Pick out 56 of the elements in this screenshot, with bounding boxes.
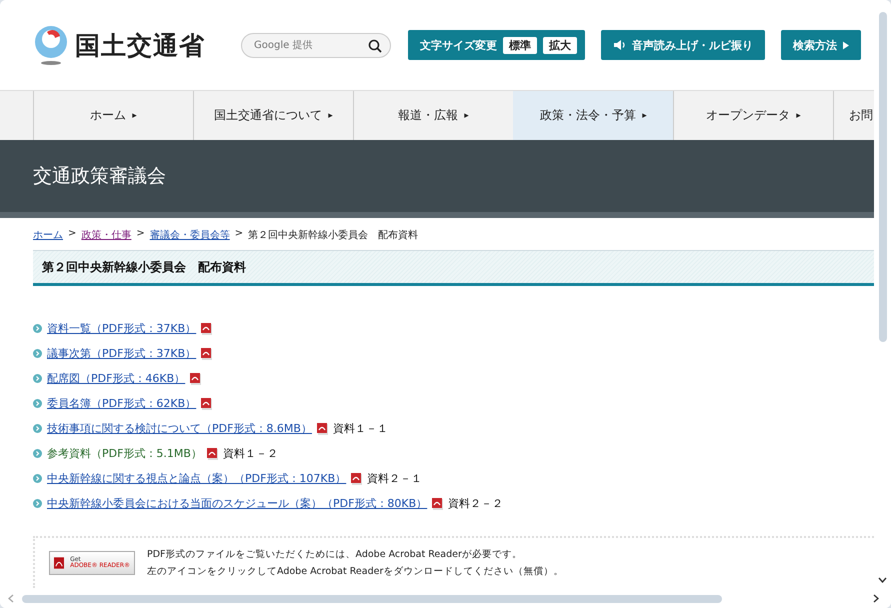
breadcrumb-link[interactable]: 政策・仕事: [81, 228, 132, 246]
font-size-option[interactable]: 拡大: [543, 36, 577, 54]
triangle-right-icon: [843, 40, 849, 50]
document-link[interactable]: 中央新幹線小委員会における当面のスケジュール（案）（PDF形式：80KB）: [47, 496, 428, 511]
chevron-right-icon[interactable]: [873, 594, 879, 603]
breadcrumb-link[interactable]: ホーム: [33, 228, 63, 246]
breadcrumb-separator: >: [136, 228, 145, 241]
font-size-label: 文字サイズ変更: [420, 38, 497, 52]
document-link[interactable]: 委員名簿（PDF形式：62KB）: [47, 396, 196, 411]
pdf-icon: [432, 498, 444, 510]
breadcrumb-link[interactable]: 審議会・委員会等: [150, 228, 230, 246]
bullet-icon: [33, 374, 42, 383]
page-title: 第２回中央新幹線小委員会 配布資料: [42, 258, 246, 276]
document-note: 資料１－１: [332, 421, 388, 436]
pdf-icon: [190, 372, 202, 384]
document-link[interactable]: 参考資料（PDF形式：5.1MB）: [47, 446, 202, 461]
section-title: 交通政策審議会: [33, 164, 166, 189]
document-link[interactable]: 技術事項に関する検討について（PDF形式：8.6MB）: [47, 421, 312, 436]
document-link[interactable]: 中央新幹線に関する視点と論点（案）（PDF形式：107KB）: [47, 471, 346, 486]
pdf-icon: [206, 448, 218, 460]
bullet-icon: [33, 499, 42, 508]
document-note: 資料１－２: [222, 446, 278, 461]
pdf-icon: [316, 422, 328, 434]
pdf-icon: [351, 472, 362, 484]
site-logo-text[interactable]: 国土交通省: [75, 28, 205, 62]
bullet-icon: [33, 449, 42, 458]
bullet-icon: [33, 399, 42, 408]
ministry-logo-icon: [33, 24, 69, 66]
breadcrumb-current: 第２回中央新幹線小委員会 配布資料: [248, 228, 418, 243]
pdf-icon: [201, 348, 212, 360]
font-size-option[interactable]: 標準: [503, 36, 537, 54]
document-link[interactable]: 議事次第（PDF形式：37KB）: [47, 346, 196, 361]
bullet-icon: [33, 349, 42, 358]
pdf-icon: [201, 398, 212, 410]
pdf-icon: [201, 322, 212, 334]
chevron-left-icon[interactable]: [8, 594, 14, 603]
nav-tab[interactable]: 政策・法令・予算 ▸: [513, 91, 673, 140]
scrollbar-thumb[interactable]: [878, 12, 886, 342]
breadcrumb-separator: >: [68, 228, 76, 241]
breadcrumb-separator: >: [234, 228, 244, 241]
bullet-icon: [33, 424, 42, 433]
document-note: 資料２－１: [367, 471, 422, 486]
bullet-icon: [33, 324, 42, 333]
speaker-icon: [613, 39, 626, 51]
document-note: 資料２－２: [448, 496, 504, 511]
document-link[interactable]: 資料一覧（PDF形式：37KB）: [47, 321, 196, 336]
search-help-button[interactable]: 検索方法: [781, 30, 861, 60]
notice-text: PDF形式のファイルをご覧いただくためには、Adobe Acrobat Readerが必要です。: [147, 548, 523, 562]
notice-text: 左のアイコンをクリックしてAdobe Acrobat Readerをダウンロードしてください（無償）。: [147, 565, 564, 579]
search-field[interactable]: Google 提供: [241, 32, 391, 58]
bullet-icon: [33, 474, 42, 483]
speech-button[interactable]: 音声読み上げ・ルビ振り: [601, 30, 765, 60]
search-icon[interactable]: [368, 38, 382, 52]
chevron-down-icon[interactable]: [878, 577, 887, 583]
scrollbar-thumb[interactable]: [22, 594, 722, 602]
document-link[interactable]: 配席図（PDF形式：46KB）: [47, 371, 186, 386]
